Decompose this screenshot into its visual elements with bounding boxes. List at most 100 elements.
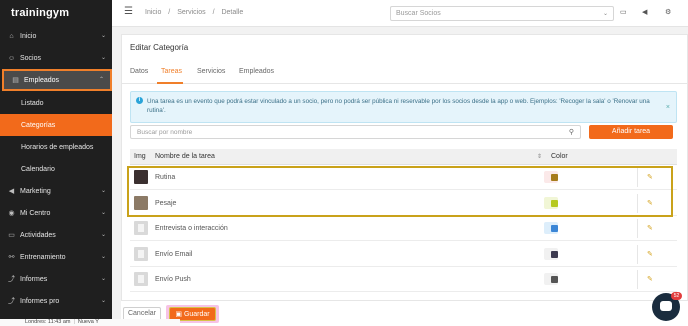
sidebar-item-label: Actividades xyxy=(20,231,56,239)
sidebar-item-entrenamiento[interactable]: ⚯ Entrenamiento ⌄ xyxy=(0,246,112,268)
location-pin-icon: ◉ xyxy=(8,209,15,217)
tab-empleados[interactable]: Empleados xyxy=(239,68,274,75)
task-name: Entrevista o interacción xyxy=(155,225,228,232)
clock-london: Londres: 11:43 am xyxy=(25,319,71,325)
settings-icon[interactable]: ⚙ xyxy=(665,8,671,16)
home-icon: ⌂ xyxy=(9,32,14,40)
chart-line-icon: ⤴ xyxy=(8,275,15,283)
page-title: Editar Categoría xyxy=(130,43,189,52)
tab-tareas[interactable]: Tareas xyxy=(161,68,182,75)
add-task-button[interactable]: Añadir tarea xyxy=(589,125,673,139)
sidebar-subitem-calendario[interactable]: Calendario xyxy=(0,158,112,180)
member-search-select[interactable]: Buscar Socios ⌄ xyxy=(390,6,614,21)
active-tab-indicator xyxy=(157,82,183,84)
top-bar: ☰ Inicio / Servicios / Detalle Buscar So… xyxy=(112,0,688,27)
chevron-down-icon: ⌄ xyxy=(100,188,106,194)
megaphone-icon[interactable]: ◀ xyxy=(642,8,647,16)
sort-icon[interactable]: ⇕ xyxy=(537,153,542,160)
table-row: Entrevista o interacción ✎ xyxy=(130,216,677,241)
breadcrumb-separator: / xyxy=(168,9,171,16)
highlight-box xyxy=(127,166,673,217)
color-swatch xyxy=(551,225,558,232)
sidebar-item-mi-centro[interactable]: ◉ Mi Centro ⌄ xyxy=(0,202,112,224)
column-header-img: Img xyxy=(134,153,146,160)
info-alert-text: Una tarea es un evento que podrá estar v… xyxy=(147,98,650,114)
sidebar-item-label: Inicio xyxy=(20,32,37,40)
status-separator: | xyxy=(73,319,75,325)
column-divider xyxy=(637,270,638,289)
color-swatch xyxy=(551,276,558,283)
table-row: Envío Email ✎ xyxy=(130,242,677,267)
sidebar-item-inicio[interactable]: ⌂ Inicio ⌄ xyxy=(0,25,112,47)
column-divider xyxy=(637,219,638,238)
column-header-color: Color xyxy=(551,153,568,160)
sidebar-item-label: Socios xyxy=(20,54,42,62)
notification-badge: 52 xyxy=(671,292,682,300)
tab-datos[interactable]: Datos xyxy=(130,68,148,75)
folder-icon: ▭ xyxy=(8,231,15,239)
chevron-up-icon: ⌃ xyxy=(98,77,104,83)
member-search-placeholder: Buscar Socios xyxy=(396,10,441,17)
app-logo[interactable]: trainingym xyxy=(0,0,112,25)
chevron-down-icon: ⌄ xyxy=(100,232,106,238)
close-icon[interactable]: × xyxy=(666,103,670,112)
sidebar-item-marketing[interactable]: ◀ Marketing ⌄ xyxy=(0,180,112,202)
column-divider xyxy=(637,244,638,264)
tab-bar: Datos Tareas Servicios Empleados xyxy=(122,63,688,84)
clock-new-york: Nueva Y xyxy=(77,319,99,325)
tab-servicios[interactable]: Servicios xyxy=(197,68,225,75)
color-swatch xyxy=(551,250,558,258)
chevron-down-icon: ⌄ xyxy=(100,33,106,39)
sidebar-subitem-horarios[interactable]: Horarios de empleados xyxy=(0,136,112,158)
breadcrumb: Inicio / Servicios / Detalle xyxy=(145,9,248,16)
chevron-down-icon: ⌄ xyxy=(100,276,106,282)
document-icon xyxy=(134,246,148,261)
task-search-input[interactable]: Buscar por nombre ⚲ xyxy=(130,125,581,139)
document-icon xyxy=(134,272,148,286)
sidebar-item-label: Marketing xyxy=(20,187,51,195)
sidebar-item-label: Informes pro xyxy=(20,297,60,305)
document-icon xyxy=(134,221,148,235)
sidebar-item-label: Mi Centro xyxy=(20,209,51,217)
breadcrumb-inicio[interactable]: Inicio xyxy=(145,9,161,16)
sidebar-item-socios[interactable]: ☺ Socios ⌄ xyxy=(0,47,112,69)
table-row: Envío Push ✎ xyxy=(130,267,677,292)
sidebar-subitem-categorias[interactable]: Categorías xyxy=(0,114,112,136)
chevron-down-icon: ⌄ xyxy=(100,254,106,260)
sidebar-item-actividades[interactable]: ▭ Actividades ⌄ xyxy=(0,224,112,246)
sidebar-item-label: Entrenamiento xyxy=(20,253,66,261)
column-header-name[interactable]: Nombre de la tarea xyxy=(155,153,215,160)
breadcrumb-servicios[interactable]: Servicios xyxy=(177,9,205,16)
save-button-label: Guardar xyxy=(183,311,210,318)
edit-icon[interactable]: ✎ xyxy=(647,224,653,232)
sidebar-item-empleados[interactable]: ▤ Empleados ⌃ xyxy=(2,69,112,91)
status-bar: Londres: 11:43 am | Nueva Y xyxy=(0,319,180,326)
menu-icon[interactable]: ☰ xyxy=(124,6,133,17)
sidebar-item-informes-pro[interactable]: ⤴ Informes pro ⌄ xyxy=(0,290,112,312)
breadcrumb-detalle: Detalle xyxy=(221,9,244,16)
chat-launcher[interactable]: 52 xyxy=(652,292,682,321)
search-icon[interactable]: ⚲ xyxy=(569,128,574,136)
sidebar: trainingym ⌂ Inicio ⌄ ☺ Socios ⌄ ▤ Emple… xyxy=(0,0,112,326)
dumbbell-icon: ⚯ xyxy=(8,253,15,261)
task-name: Envío Email xyxy=(155,250,193,258)
chevron-down-icon: ⌄ xyxy=(602,11,608,17)
sidebar-item-informes[interactable]: ⤴ Informes ⌄ xyxy=(0,268,112,290)
breadcrumb-separator: / xyxy=(212,9,215,16)
edit-icon[interactable]: ✎ xyxy=(647,250,653,258)
sidebar-subitem-listado[interactable]: Listado xyxy=(0,92,112,114)
megaphone-icon: ◀ xyxy=(8,187,15,195)
chevron-down-icon: ⌄ xyxy=(100,210,106,216)
edit-icon[interactable]: ✎ xyxy=(647,275,653,283)
chevron-down-icon: ⌄ xyxy=(100,55,106,61)
users-icon: ☺ xyxy=(8,54,16,62)
save-icon: ▣ xyxy=(175,311,182,318)
sidebar-item-label: Informes xyxy=(20,275,48,283)
chevron-down-icon: ⌄ xyxy=(100,298,106,304)
task-search-placeholder: Buscar por nombre xyxy=(137,129,193,136)
info-icon: i xyxy=(136,97,143,104)
task-name: Envío Push xyxy=(155,276,191,283)
table-header: Img Nombre de la tarea ⇕ Color xyxy=(130,149,677,165)
card-icon[interactable]: ▭ xyxy=(620,8,627,16)
chat-bubble-icon xyxy=(660,301,672,311)
